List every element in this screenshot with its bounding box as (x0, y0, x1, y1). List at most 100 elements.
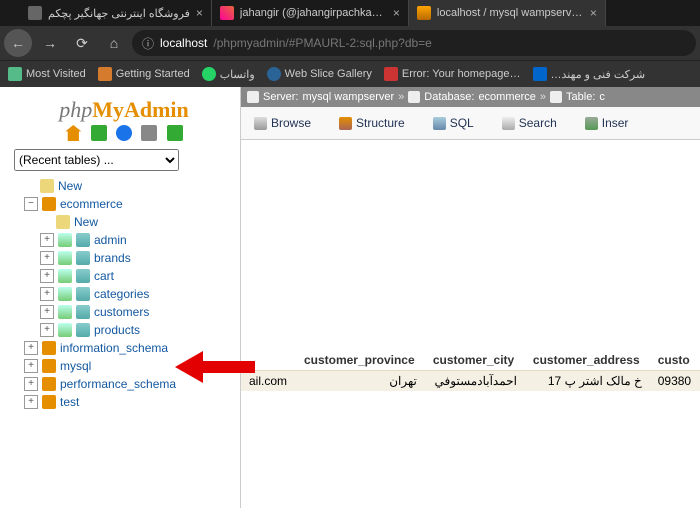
expand-icon[interactable]: + (40, 269, 54, 283)
home-icon[interactable] (65, 125, 81, 141)
db-tree: New −ecommerce New +admin +brands +cart … (8, 177, 240, 411)
bookmark-web-slice[interactable]: Web Slice Gallery (267, 67, 372, 81)
tree-table-cart[interactable]: + cart (40, 267, 240, 285)
logout-icon[interactable] (91, 125, 107, 141)
tree-new-table[interactable]: New (40, 213, 240, 231)
browser-tab-2[interactable]: jahangir (@jahangirpachkam) • In × (212, 0, 409, 26)
table-icon (76, 233, 90, 247)
structure-icon (339, 117, 352, 130)
tree-label[interactable]: New (74, 213, 98, 231)
close-icon[interactable]: × (393, 6, 400, 20)
tree-db-mysql[interactable]: + mysql (24, 357, 240, 375)
url-path: /phpmyadmin/#PMAURL-2:sql.php?db=e (213, 36, 431, 50)
tree-table-products[interactable]: + products (40, 321, 240, 339)
tab-insert[interactable]: Inser (576, 111, 638, 135)
table-icon (76, 269, 90, 283)
expand-icon[interactable]: + (24, 359, 38, 373)
close-icon[interactable]: × (196, 6, 203, 20)
bc-server[interactable]: mysql wampserver (302, 91, 394, 103)
tree-table-categories[interactable]: + categories (40, 285, 240, 303)
tree-label[interactable]: information_schema (60, 339, 168, 357)
tree-label[interactable]: test (60, 393, 79, 411)
logo-part-php: php (59, 97, 92, 122)
table-icon (76, 323, 90, 337)
new-icon (56, 215, 70, 229)
tab-structure[interactable]: Structure (330, 111, 414, 135)
tree-new[interactable]: New (24, 177, 240, 195)
expand-icon[interactable]: + (24, 395, 38, 409)
tree-db-performance-schema[interactable]: + performance_schema (24, 375, 240, 393)
expand-icon[interactable]: + (40, 305, 54, 319)
tree-table-brands[interactable]: + brands (40, 249, 240, 267)
bookmark-getting-started[interactable]: Getting Started (98, 67, 190, 81)
home-button[interactable]: ⌂ (100, 29, 128, 57)
col-province[interactable]: customer_province (296, 350, 425, 371)
bookmark-error[interactable]: Error: Your homepage… (384, 67, 521, 81)
bookmark-label: Getting Started (116, 68, 190, 80)
browser-tab-3[interactable]: localhost / mysql wampserver / ec × (409, 0, 606, 26)
reload-button[interactable]: ⟳ (68, 29, 96, 57)
table-row[interactable]: ail.com تهران احمدآبادمستوفي خ مالک اشتر… (241, 371, 700, 392)
tab-sql[interactable]: SQL (424, 111, 483, 135)
tab-label: SQL (450, 116, 474, 130)
bookmark-persian[interactable]: …شرکت فنی و مهند (533, 67, 646, 81)
go-icon[interactable] (58, 233, 72, 247)
favicon-generic (28, 6, 42, 20)
tree-label[interactable]: admin (94, 231, 127, 249)
go-icon[interactable] (58, 287, 72, 301)
expand-icon[interactable]: + (40, 233, 54, 247)
url-input[interactable]: ⓘ localhost /phpmyadmin/#PMAURL-2:sql.ph… (132, 30, 696, 56)
site-icon (533, 67, 547, 81)
go-icon[interactable] (58, 305, 72, 319)
bookmark-label: Web Slice Gallery (285, 68, 372, 80)
expand-icon[interactable]: + (40, 251, 54, 265)
tree-label[interactable]: brands (94, 249, 131, 267)
browser-tab-1[interactable]: فروشگاه اینترنتی جهانگیر پچکم × (20, 0, 212, 26)
go-icon[interactable] (58, 323, 72, 337)
address-bar: ← → ⟳ ⌂ ⓘ localhost /phpmyadmin/#PMAURL-… (0, 26, 700, 60)
bookmarks-bar: Most Visited Getting Started واتساب Web … (0, 60, 700, 87)
tree-table-admin[interactable]: + admin (40, 231, 240, 249)
tree-db-information-schema[interactable]: + information_schema (24, 339, 240, 357)
forward-button[interactable]: → (36, 29, 64, 57)
tree-label[interactable]: mysql (60, 357, 91, 375)
reload-icon[interactable] (167, 125, 183, 141)
collapse-icon[interactable]: − (24, 197, 38, 211)
recent-tables-select[interactable]: (Recent tables) ... (14, 149, 179, 171)
go-icon[interactable] (58, 251, 72, 265)
close-icon[interactable]: × (590, 6, 597, 20)
tab-search[interactable]: Search (493, 111, 566, 135)
bc-db[interactable]: ecommerce (478, 91, 535, 103)
tree-db-ecommerce[interactable]: − ecommerce (24, 195, 240, 213)
tree-db-test[interactable]: + test (24, 393, 240, 411)
tree-label[interactable]: New (58, 177, 82, 195)
tree-label[interactable]: customers (94, 303, 149, 321)
col-address[interactable]: customer_address (525, 350, 650, 371)
go-icon[interactable] (58, 269, 72, 283)
bc-table[interactable]: c (599, 91, 605, 103)
bookmark-whatsapp[interactable]: واتساب (202, 67, 255, 81)
database-icon (42, 341, 56, 355)
tab-browse[interactable]: Browse (245, 111, 320, 135)
database-icon (42, 359, 56, 373)
table-icon (76, 251, 90, 265)
tree-label[interactable]: products (94, 321, 140, 339)
results-table: customer_province customer_city customer… (241, 350, 700, 391)
expand-icon[interactable]: + (24, 341, 38, 355)
pma-sidebar: phpMyAdmin (Recent tables) ... New −ecom… (0, 87, 241, 508)
tree-label[interactable]: cart (94, 267, 114, 285)
tree-table-customers[interactable]: + customers (40, 303, 240, 321)
col-city[interactable]: customer_city (425, 350, 525, 371)
expand-icon[interactable]: + (40, 287, 54, 301)
back-button[interactable]: ← (4, 29, 32, 57)
tree-label[interactable]: performance_schema (60, 375, 176, 393)
expand-icon[interactable]: + (40, 323, 54, 337)
bookmark-most-visited[interactable]: Most Visited (8, 67, 86, 81)
sql-icon[interactable] (141, 125, 157, 141)
info-icon: ⓘ (142, 35, 154, 52)
tree-label[interactable]: ecommerce (60, 195, 123, 213)
help-icon[interactable] (116, 125, 132, 141)
tree-label[interactable]: categories (94, 285, 149, 303)
col-next[interactable]: custo (650, 350, 700, 371)
expand-icon[interactable]: + (24, 377, 38, 391)
